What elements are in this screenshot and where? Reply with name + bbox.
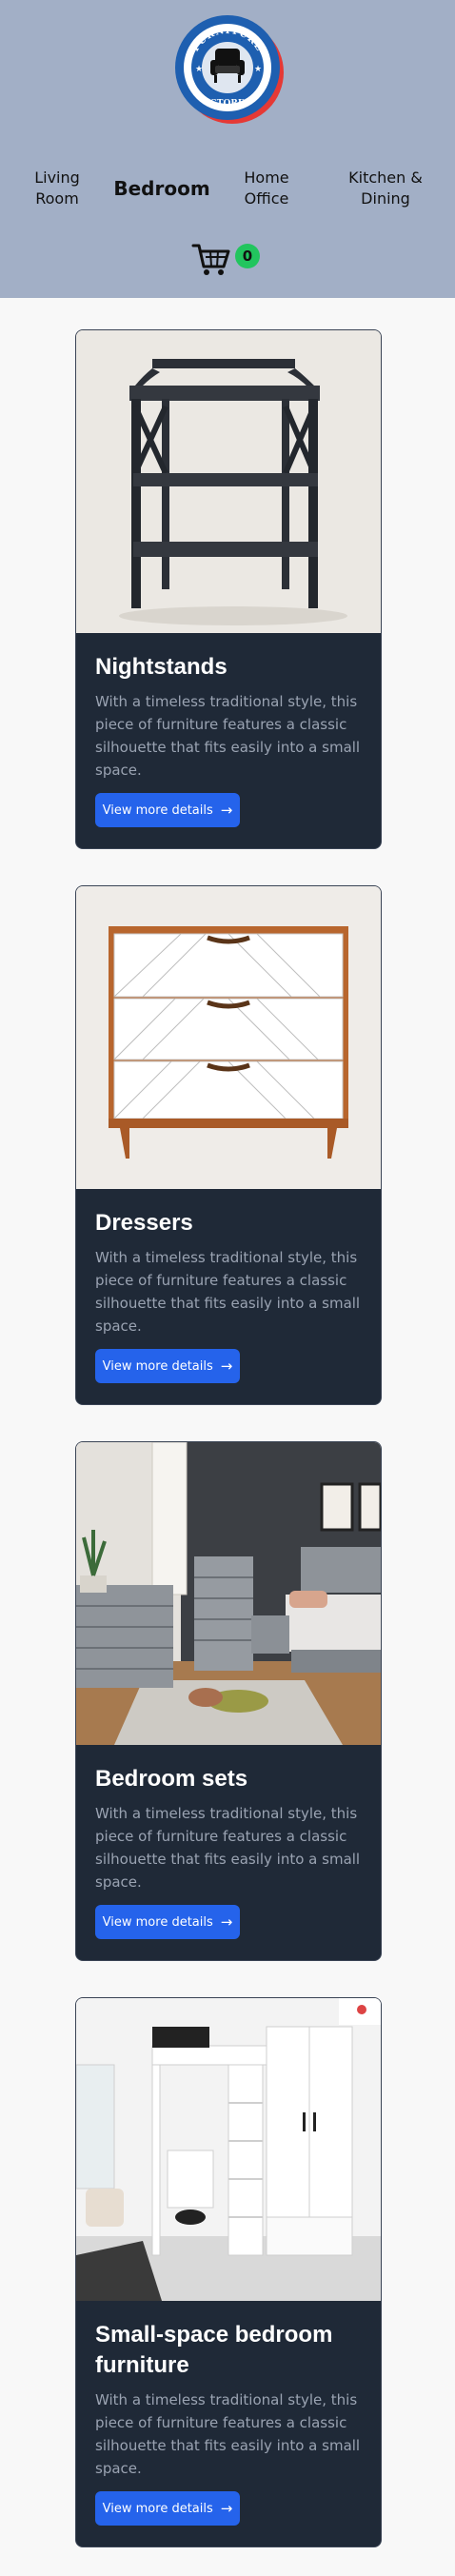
svg-text:★: ★ [195,65,203,74]
svg-text:★: ★ [254,65,262,74]
cart-count-badge: 0 [235,244,260,268]
cart-icon [191,244,230,275]
button-label: View more details [102,1914,213,1930]
category-card-dressers: Dressers With a timeless traditional sty… [75,885,382,1405]
nav-bedroom[interactable]: Bedroom [112,178,211,199]
nav-label: Bedroom [113,177,210,200]
nav-kitchen-dining[interactable]: Kitchen & Dining [338,168,433,209]
card-description: With a timeless traditional style, this … [95,1249,361,1335]
nav-home-office[interactable]: Home Office [236,168,297,209]
button-label: View more details [102,2501,213,2516]
category-card-small-space: Small-space bedroom furniture With a tim… [75,1997,382,2547]
bedroom-set-image [76,1442,381,1745]
nav-label: Kitchen & [348,168,423,187]
view-details-button[interactable]: View more details → [95,1349,240,1383]
card-title: Small-space bedroom furniture [95,2322,333,2378]
view-details-button[interactable]: View more details → [95,793,240,827]
nav-label: Office [244,189,289,208]
arrow-right-icon: → [220,802,233,819]
category-card-bedroom-sets: Bedroom sets With a timeless traditional… [75,1441,382,1961]
site-header: ★ ★ FURNITURE STORE Living Room Bedroom … [0,0,455,298]
nav-label: Dining [361,189,410,208]
view-details-button[interactable]: View more details → [95,2491,240,2526]
card-description: With a timeless traditional style, this … [95,693,361,779]
card-title: Dressers [95,1210,193,1236]
store-logo[interactable]: ★ ★ FURNITURE STORE [172,12,287,127]
dresser-image [76,886,381,1189]
card-description: With a timeless traditional style, this … [95,2391,361,2477]
arrow-right-icon: → [220,1357,233,1375]
arrow-right-icon: → [220,1913,233,1931]
view-details-button[interactable]: View more details → [95,1905,240,1939]
logo-bottom-text: STORE [210,99,245,109]
nav-label: Room [35,189,79,208]
loft-bed-image [76,1998,381,2301]
button-label: View more details [102,803,213,818]
arrow-right-icon: → [220,2500,233,2517]
nav-label: Home [244,168,289,187]
button-label: View more details [102,1358,213,1374]
nav-living-room[interactable]: Living Room [27,168,88,209]
cart-button[interactable]: 0 [191,240,267,278]
nightstand-image [76,330,381,633]
category-card-nightstands: Nightstands With a timeless traditional … [75,329,382,849]
card-title: Nightstands [95,654,228,680]
card-description: With a timeless traditional style, this … [95,1805,361,1891]
nav-label: Living [34,168,80,187]
card-title: Bedroom sets [95,1766,248,1792]
